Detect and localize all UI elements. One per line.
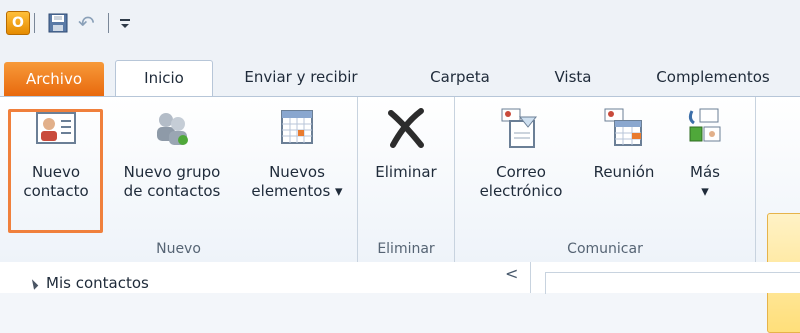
- button-label: Nuevo grupo: [123, 163, 221, 181]
- tab-vista[interactable]: Vista: [543, 60, 603, 96]
- button-label: electrónico: [479, 182, 563, 200]
- new-contact-group-button[interactable]: Nuevo grupo de contactos: [108, 105, 236, 201]
- navigation-pane: Mis contactos <: [0, 262, 531, 293]
- meeting-button[interactable]: Reunión: [581, 105, 667, 182]
- content-area: Mis contactos <: [0, 262, 800, 294]
- button-label: de contactos: [123, 182, 221, 200]
- button-label: Reunión: [593, 163, 655, 181]
- nav-section-label[interactable]: Mis contactos: [46, 274, 149, 292]
- group-eliminar: Eliminar Eliminar: [358, 97, 455, 263]
- group-label: Nuevo: [156, 241, 201, 257]
- more-button[interactable]: Más ▾: [675, 105, 735, 201]
- delete-button[interactable]: Eliminar: [366, 105, 446, 182]
- contact-group-icon: [157, 113, 188, 145]
- qat-separator: [34, 13, 35, 33]
- tab-inicio[interactable]: Inicio: [115, 60, 213, 97]
- button-label: elementos ▾: [251, 182, 343, 200]
- button-label: Más: [690, 163, 720, 181]
- button-label: Nuevos: [269, 163, 325, 181]
- undo-icon[interactable]: ↶: [78, 12, 100, 34]
- tab-carpeta[interactable]: Carpeta: [410, 60, 510, 96]
- outlook-icon[interactable]: O: [6, 11, 30, 35]
- email-icon: [501, 108, 538, 148]
- collapse-pane-icon[interactable]: <: [505, 264, 518, 283]
- group-label: Eliminar: [377, 241, 435, 257]
- new-items-button[interactable]: Nuevos elementos ▾: [244, 105, 350, 201]
- save-icon[interactable]: [47, 12, 69, 34]
- contact-card-icon: [36, 112, 76, 144]
- expand-triangle-icon[interactable]: [27, 279, 39, 290]
- meeting-icon: [604, 108, 642, 146]
- main-pane: [545, 272, 800, 294]
- ribbon: Nuevo contacto Nuevo grupo de contactos: [0, 96, 800, 333]
- qat-separator: [108, 13, 109, 33]
- group-label: Comunicar: [567, 241, 643, 257]
- button-label: contacto: [23, 182, 89, 200]
- button-label: Correo: [496, 163, 546, 181]
- button-label: Nuevo: [31, 163, 80, 181]
- calendar-icon: [281, 110, 313, 144]
- button-label: Eliminar: [375, 163, 437, 181]
- email-button[interactable]: Correo electrónico: [469, 105, 573, 201]
- more-communicate-icon: [688, 108, 721, 142]
- group-nuevo: Nuevo contacto Nuevo grupo de contactos: [0, 97, 358, 263]
- dropdown-arrow: ▾: [701, 182, 709, 200]
- tab-archivo[interactable]: Archivo: [4, 62, 104, 96]
- new-contact-button[interactable]: Nuevo contacto: [12, 105, 100, 201]
- quick-access-toolbar: O ↶: [0, 0, 800, 51]
- delete-x-icon: [388, 108, 424, 148]
- group-comunicar: Correo electrónico Reunión Más ▾ Comunic…: [455, 97, 756, 263]
- customize-qat-icon[interactable]: [118, 12, 132, 34]
- tab-enviar-y-recibir[interactable]: Enviar y recibir: [226, 60, 376, 96]
- ribbon-tab-bar: Archivo Inicio Enviar y recibir Carpeta …: [0, 50, 800, 97]
- tab-complementos[interactable]: Complementos: [638, 60, 788, 96]
